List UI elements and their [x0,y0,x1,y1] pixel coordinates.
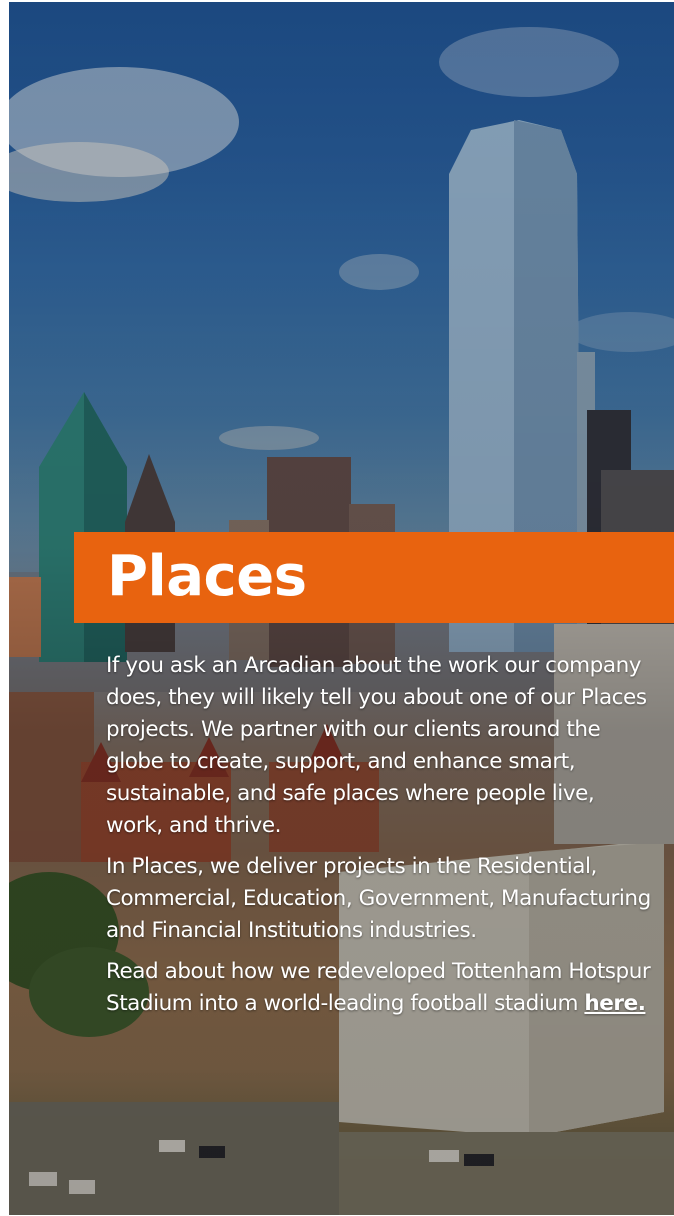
case-study-paragraph: Read about how we redeveloped Tottenham … [106,956,654,1020]
section-title-band: Places [74,532,674,623]
case-study-text: Read about how we redeveloped Tottenham … [106,959,651,1016]
section-title: Places [107,544,307,609]
intro-paragraph: If you ask an Arcadian about the work ou… [106,653,647,838]
section-body-copy: If you ask an Arcadian about the work ou… [106,650,654,1029]
case-study-link[interactable]: here. [584,991,645,1016]
industries-paragraph: In Places, we deliver projects in the Re… [106,854,651,943]
